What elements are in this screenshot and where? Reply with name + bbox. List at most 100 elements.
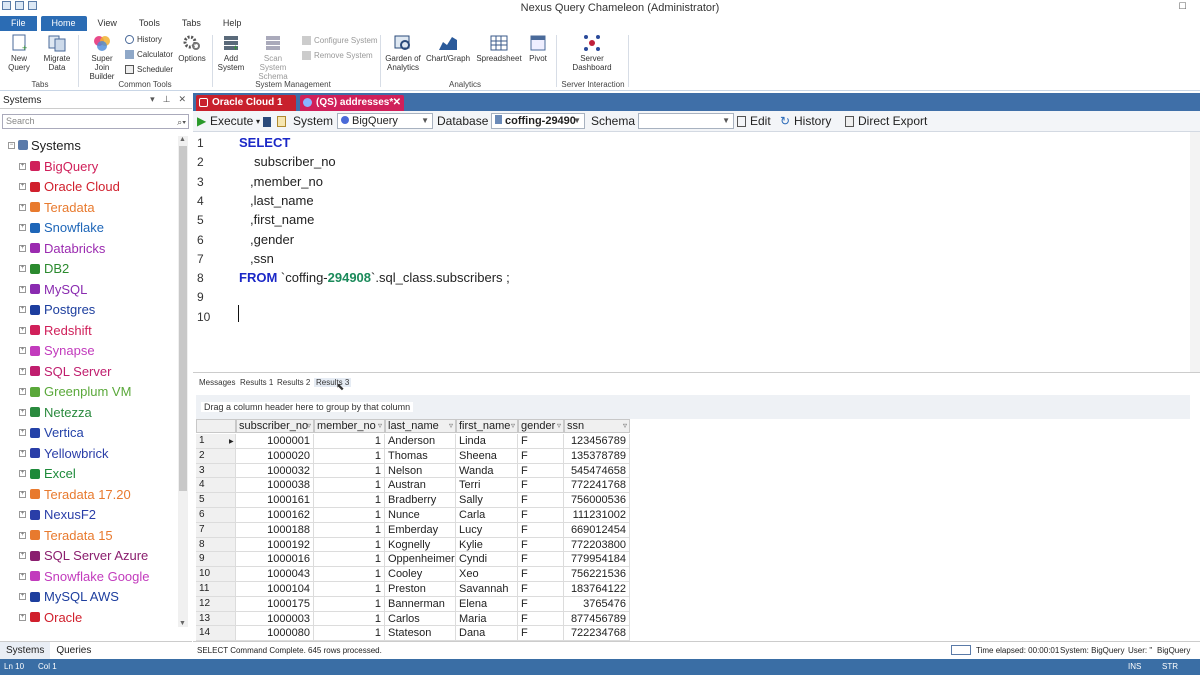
table-cell[interactable]: F — [518, 448, 564, 464]
stop-icon[interactable] — [263, 117, 271, 127]
table-cell[interactable]: Bradberry — [385, 493, 456, 508]
table-cell[interactable]: 756000536 — [564, 493, 630, 508]
table-cell[interactable]: F — [518, 567, 564, 582]
table-cell[interactable]: Preston — [385, 582, 456, 597]
table-cell[interactable]: F — [518, 611, 564, 627]
table-row[interactable]: 8 1000192 1 Kognelly Kylie F 772203800 — [196, 537, 636, 553]
table-cell[interactable]: 1 — [314, 463, 385, 479]
table-cell[interactable]: 1000175 — [236, 596, 314, 612]
column-header[interactable]: first_name ▿ — [456, 419, 518, 433]
table-cell[interactable]: 545474658 — [564, 463, 630, 479]
tab-queries[interactable]: Queries — [50, 642, 97, 659]
table-cell[interactable]: 1 — [314, 434, 385, 449]
expand-icon[interactable]: + — [19, 265, 26, 272]
row-header-corner[interactable] — [196, 419, 236, 433]
expand-icon[interactable]: + — [19, 449, 26, 457]
new-query-button[interactable]: + New Query — [6, 34, 32, 72]
execute-dropdown-icon[interactable]: ▾ — [256, 117, 260, 126]
tab-results-3[interactable]: Results 3 — [314, 378, 352, 387]
tree-item-system[interactable]: + Snowflake Google — [19, 566, 150, 586]
table-cell[interactable]: 123456789 — [564, 434, 630, 449]
table-cell[interactable]: Sally — [456, 493, 518, 508]
menu-help[interactable]: Help — [212, 16, 253, 31]
table-cell[interactable]: 1 — [314, 596, 385, 612]
table-cell[interactable]: Thomas — [385, 448, 456, 464]
editor-tab-oracle-cloud[interactable]: Oracle Cloud 1 — [196, 95, 296, 111]
panel-dropdown-icon[interactable]: ▾ — [150, 94, 155, 105]
migrate-data-button[interactable]: Migrate Data — [40, 34, 74, 72]
table-cell[interactable]: 722234768 — [564, 626, 630, 642]
expand-icon[interactable]: + — [19, 388, 26, 395]
table-cell[interactable]: 779954184 — [564, 552, 630, 568]
table-cell[interactable]: 1 — [314, 582, 385, 597]
table-cell[interactable]: Carlos — [385, 611, 456, 627]
table-cell[interactable]: 1 — [314, 493, 385, 508]
column-header[interactable]: subscriber_no ▿ — [236, 419, 314, 433]
expand-icon[interactable]: + — [19, 224, 26, 231]
table-cell[interactable]: Anderson — [385, 434, 456, 449]
table-cell[interactable]: F — [518, 522, 564, 538]
expand-icon[interactable]: + — [19, 552, 26, 559]
tree-item-system[interactable]: + Greenplum VM — [19, 382, 131, 402]
tree-item-system[interactable]: + MySQL — [19, 279, 87, 299]
edit-icon[interactable] — [737, 116, 746, 127]
table-cell[interactable]: Bannerman — [385, 596, 456, 612]
table-cell[interactable]: Cyndi — [456, 552, 518, 568]
table-cell[interactable]: 1000188 — [236, 522, 314, 538]
table-row[interactable]: 2 1000020 1 Thomas Sheena F 135378789 — [196, 448, 636, 464]
tab-messages[interactable]: Messages — [199, 378, 235, 387]
collapse-icon[interactable]: − — [8, 141, 15, 149]
expand-icon[interactable]: + — [19, 613, 26, 621]
menu-tools[interactable]: Tools — [128, 16, 171, 31]
pin-icon[interactable]: ⊥ — [163, 94, 171, 105]
sql-editor[interactable]: 1 2 3 4 5 6 7 8 9 10 SELECT subscriber_no ,member… — [193, 132, 1200, 372]
editor-tab-qs-addresses[interactable]: (QS) addresses* ✕ — [300, 95, 404, 111]
table-cell[interactable]: 1 — [314, 508, 385, 523]
tree-item-system[interactable]: + NexusF2 — [19, 505, 96, 525]
table-cell[interactable]: 1 — [314, 478, 385, 494]
expand-icon[interactable]: + — [19, 511, 26, 518]
expand-icon[interactable]: + — [19, 162, 26, 170]
garden-of-analytics-button[interactable]: Garden of Analytics — [384, 34, 422, 72]
table-cell[interactable]: 1000001 — [236, 434, 314, 449]
tree-item-system[interactable]: + Teradata 17.20 — [19, 484, 131, 504]
history-ribbon-button[interactable]: History — [125, 35, 162, 44]
tab-results-1[interactable]: Results 1 — [240, 378, 273, 387]
table-cell[interactable]: 111231002 — [564, 508, 630, 523]
table-cell[interactable]: 1 — [314, 552, 385, 568]
table-cell[interactable]: F — [518, 537, 564, 553]
menu-tabs[interactable]: Tabs — [171, 16, 212, 31]
menu-file[interactable]: File — [0, 16, 37, 31]
table-cell[interactable]: F — [518, 434, 564, 449]
play-icon[interactable]: ▶ — [197, 114, 206, 128]
table-cell[interactable]: 772241768 — [564, 478, 630, 494]
spreadsheet-button[interactable]: Spreadsheet — [476, 34, 522, 63]
table-row[interactable]: 9 1000016 1 Oppenheimer Cyndi F 779954184 — [196, 552, 636, 568]
execute-button[interactable]: Execute — [210, 114, 253, 128]
expand-icon[interactable]: + — [19, 244, 26, 252]
expand-icon[interactable]: + — [19, 408, 26, 416]
expand-icon[interactable]: + — [19, 347, 26, 354]
history-icon[interactable]: ↻ — [780, 114, 790, 128]
scan-system-schema-button[interactable]: Scan System Schema — [250, 34, 296, 81]
tree-item-system[interactable]: + MySQL AWS — [19, 587, 119, 607]
expand-icon[interactable]: + — [19, 490, 26, 498]
tree-item-system[interactable]: + Snowflake — [19, 218, 104, 238]
expand-icon[interactable]: + — [19, 429, 26, 436]
add-system-button[interactable]: + Add System — [216, 34, 246, 72]
column-header[interactable]: ssn ▿ — [564, 419, 630, 433]
filter-icon[interactable]: ▿ — [557, 420, 561, 432]
tree-item-system[interactable]: + Vertica — [19, 423, 84, 443]
tab-results-2[interactable]: Results 2 — [277, 378, 310, 387]
table-cell[interactable]: Kognelly — [385, 537, 456, 553]
column-header[interactable]: last_name ▿ — [385, 419, 456, 433]
table-cell[interactable]: Maria — [456, 611, 518, 627]
table-cell[interactable]: F — [518, 478, 564, 494]
open-file-icon[interactable] — [277, 116, 286, 127]
table-cell[interactable]: 1 — [314, 537, 385, 553]
editor-scrollbar[interactable] — [1190, 132, 1200, 372]
table-row[interactable]: 4 1000038 1 Austran Terri F 772241768 — [196, 478, 636, 494]
table-cell[interactable]: 1000020 — [236, 448, 314, 464]
table-cell[interactable]: Oppenheimer — [385, 552, 456, 568]
tree-item-system[interactable]: + Redshift — [19, 320, 92, 340]
